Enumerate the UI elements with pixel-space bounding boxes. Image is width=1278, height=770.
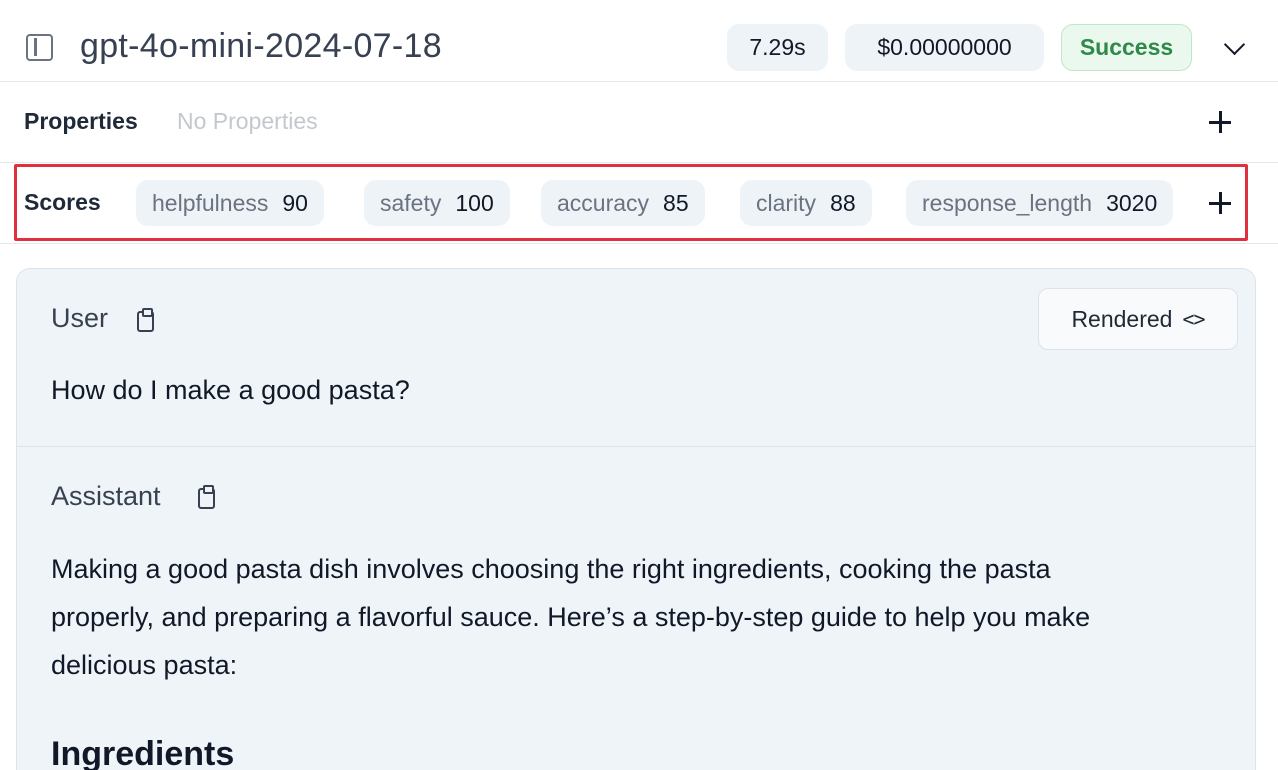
chevron-down-icon[interactable] (1223, 33, 1246, 56)
user-message-text: How do I make a good pasta? (51, 375, 410, 405)
score-key: accuracy (557, 189, 650, 216)
messages-card: User Rendered <> How do I make a good pa… (16, 268, 1256, 770)
score-key: helpfulness (152, 189, 269, 216)
sidebar-toggle-icon[interactable] (26, 34, 53, 61)
score-value: 85 (663, 189, 689, 216)
trace-header: gpt-4o-mini-2024-07-18 7.29s $0.00000000… (0, 0, 1278, 82)
cost-badge: $0.00000000 (845, 24, 1044, 71)
properties-label: Properties (24, 108, 138, 134)
assistant-message-line: Making a good pasta dish involves choosi… (51, 554, 1051, 584)
properties-empty-text: No Properties (177, 108, 318, 134)
score-chip-helpfulness[interactable]: helpfulness 90 (136, 180, 324, 226)
assistant-message-line: properly, and preparing a flavorful sauc… (51, 602, 1091, 632)
score-key: response_length (922, 189, 1093, 216)
scores-label: Scores (24, 189, 101, 215)
score-value: 3020 (1106, 189, 1158, 216)
score-key: clarity (756, 189, 817, 216)
score-value: 90 (282, 189, 308, 216)
clipboard-icon[interactable] (137, 308, 154, 332)
score-chip-accuracy[interactable]: accuracy 85 (541, 180, 705, 226)
rendered-toggle-button[interactable]: Rendered <> (1038, 288, 1238, 350)
assistant-role-label: Assistant (51, 481, 161, 511)
code-brackets-icon: <> (1182, 307, 1205, 331)
scores-row: Scores helpfulness 90 safety 100 accurac… (0, 163, 1278, 244)
score-key: safety (380, 189, 442, 216)
assistant-message-line: delicious pasta: (51, 650, 238, 680)
model-title: gpt-4o-mini-2024-07-18 (80, 27, 442, 65)
rendered-toggle-label: Rendered (1071, 305, 1173, 332)
add-property-plus-icon[interactable] (1209, 111, 1231, 133)
latency-badge: 7.29s (727, 24, 828, 71)
user-role-label: User (51, 303, 109, 333)
properties-row: Properties No Properties (0, 82, 1278, 163)
score-value: 100 (455, 189, 494, 216)
assistant-section-heading: Ingredients (51, 735, 235, 770)
message-divider (17, 446, 1255, 447)
score-chip-safety[interactable]: safety 100 (364, 180, 510, 226)
score-chip-response-length[interactable]: response_length 3020 (906, 180, 1174, 226)
clipboard-icon[interactable] (198, 485, 215, 509)
score-value: 88 (830, 189, 856, 216)
status-badge: Success (1061, 24, 1192, 71)
scores-list: helpfulness 90 safety 100 accuracy 85 cl… (136, 180, 1188, 226)
add-score-plus-icon[interactable] (1209, 192, 1231, 214)
score-chip-clarity[interactable]: clarity 88 (740, 180, 872, 226)
